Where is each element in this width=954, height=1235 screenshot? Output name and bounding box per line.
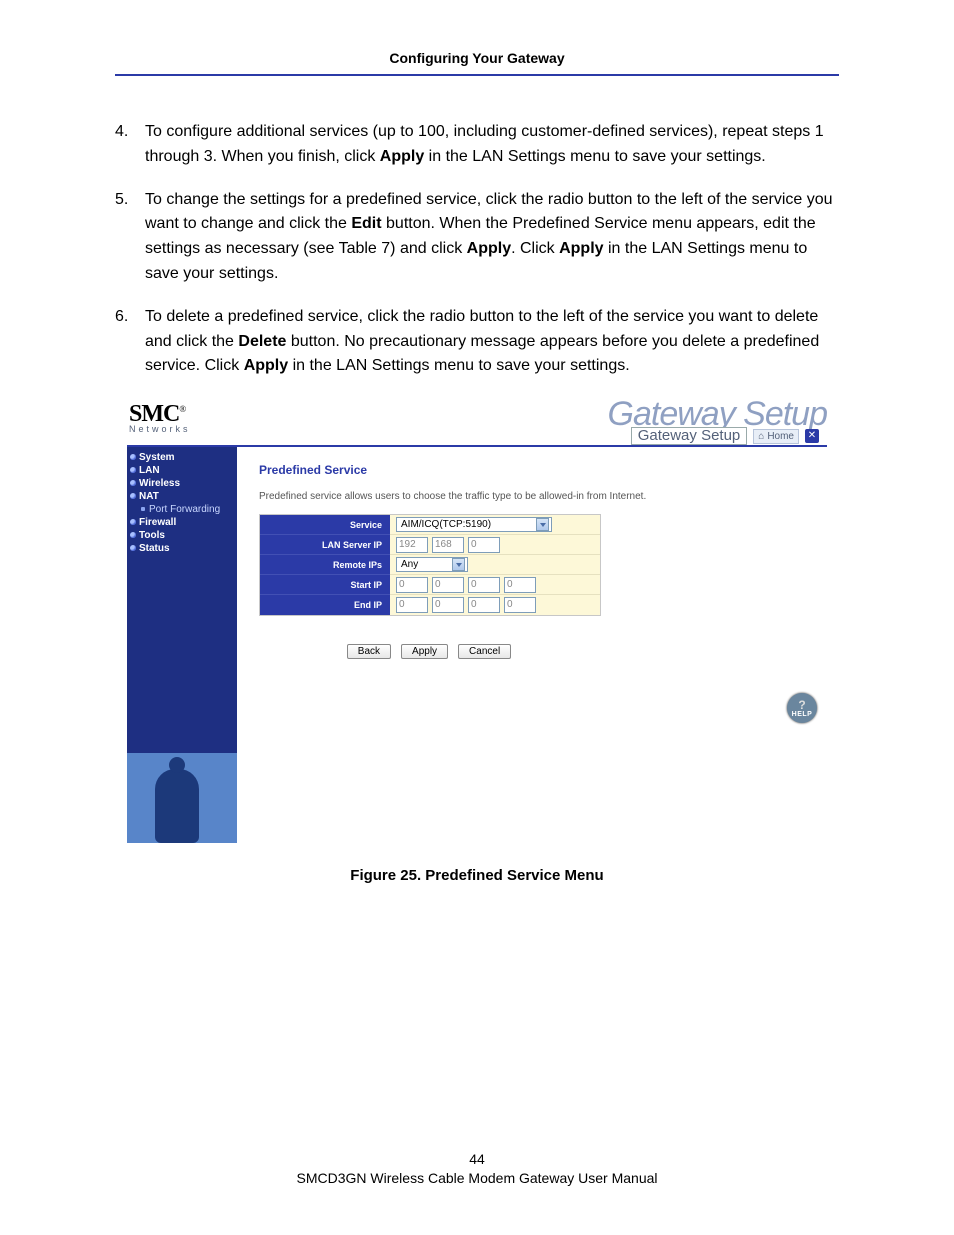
end-ip-1[interactable]: 0 — [396, 597, 428, 613]
start-ip-3[interactable]: 0 — [468, 577, 500, 593]
back-button[interactable]: Back — [347, 644, 391, 659]
panel-heading: Predefined Service — [259, 463, 805, 477]
start-ip-4[interactable]: 0 — [504, 577, 536, 593]
sidebar-item-nat[interactable]: NAT — [127, 490, 237, 503]
help-button[interactable]: ? HELP — [787, 693, 817, 723]
step-4: 4. To configure additional services (up … — [115, 120, 839, 170]
step-text: To configure additional services (up to … — [145, 120, 839, 170]
chevron-down-icon — [452, 558, 465, 571]
instruction-list: 4. To configure additional services (up … — [115, 120, 839, 379]
sidebar: System LAN Wireless NAT Port Forwarding … — [127, 447, 237, 843]
cancel-button[interactable]: Cancel — [458, 644, 511, 659]
step-6: 6. To delete a predefined service, click… — [115, 305, 839, 379]
sidebar-decor-image — [127, 753, 237, 843]
brand-logo: SMC® Networks — [129, 401, 191, 434]
label-remote-ips: Remote IPs — [260, 555, 390, 575]
label-service: Service — [260, 515, 390, 535]
figure-caption: Figure 25. Predefined Service Menu — [115, 867, 839, 884]
bar-title: Gateway Setup — [631, 427, 748, 445]
home-icon: ⌂ — [758, 431, 764, 442]
chevron-down-icon — [536, 518, 549, 531]
end-ip-4[interactable]: 0 — [504, 597, 536, 613]
end-ip-3[interactable]: 0 — [468, 597, 500, 613]
label-lan-ip: LAN Server IP — [260, 535, 390, 555]
sidebar-item-lan[interactable]: LAN — [127, 464, 237, 477]
close-icon[interactable]: ✕ — [805, 429, 819, 443]
label-start-ip: Start IP — [260, 575, 390, 595]
sidebar-item-status[interactable]: Status — [127, 542, 237, 555]
sidebar-item-tools[interactable]: Tools — [127, 529, 237, 542]
start-ip-1[interactable]: 0 — [396, 577, 428, 593]
step-text: To change the settings for a predefined … — [145, 188, 839, 287]
embedded-screenshot: SMC® Networks Gateway Setup Gateway Setu… — [127, 397, 827, 841]
lan-ip-2[interactable]: 168 — [432, 537, 464, 553]
help-icon: ? — [798, 699, 805, 711]
lan-ip-1[interactable]: 192 — [396, 537, 428, 553]
page-header-title: Configuring Your Gateway — [115, 50, 839, 74]
page-footer: 44 SMCD3GN Wireless Cable Modem Gateway … — [0, 1150, 954, 1189]
sidebar-item-wireless[interactable]: Wireless — [127, 477, 237, 490]
sidebar-item-portfwd[interactable]: Port Forwarding — [127, 503, 237, 516]
sidebar-item-system[interactable]: System — [127, 451, 237, 464]
header-rule — [115, 74, 839, 76]
screenshot-header: SMC® Networks Gateway Setup Gateway Setu… — [127, 397, 827, 445]
apply-button[interactable]: Apply — [401, 644, 448, 659]
step-number: 4. — [115, 120, 145, 170]
step-text: To delete a predefined service, click th… — [145, 305, 839, 379]
predefined-service-form: Service AIM/ICQ(TCP:5190) LAN Server IP … — [259, 514, 601, 616]
remote-ips-select[interactable]: Any — [396, 557, 468, 572]
home-button[interactable]: ⌂ Home — [753, 429, 799, 444]
service-select[interactable]: AIM/ICQ(TCP:5190) — [396, 517, 552, 532]
main-panel: Predefined Service Predefined service al… — [237, 447, 827, 843]
sidebar-item-firewall[interactable]: Firewall — [127, 516, 237, 529]
step-number: 6. — [115, 305, 145, 379]
step-number: 5. — [115, 188, 145, 287]
start-ip-2[interactable]: 0 — [432, 577, 464, 593]
page-number: 44 — [0, 1150, 954, 1170]
label-end-ip: End IP — [260, 595, 390, 615]
panel-description: Predefined service allows users to choos… — [259, 491, 805, 502]
end-ip-2[interactable]: 0 — [432, 597, 464, 613]
step-5: 5. To change the settings for a predefin… — [115, 188, 839, 287]
lan-ip-3[interactable]: 0 — [468, 537, 500, 553]
footer-line: SMCD3GN Wireless Cable Modem Gateway Use… — [0, 1169, 954, 1189]
